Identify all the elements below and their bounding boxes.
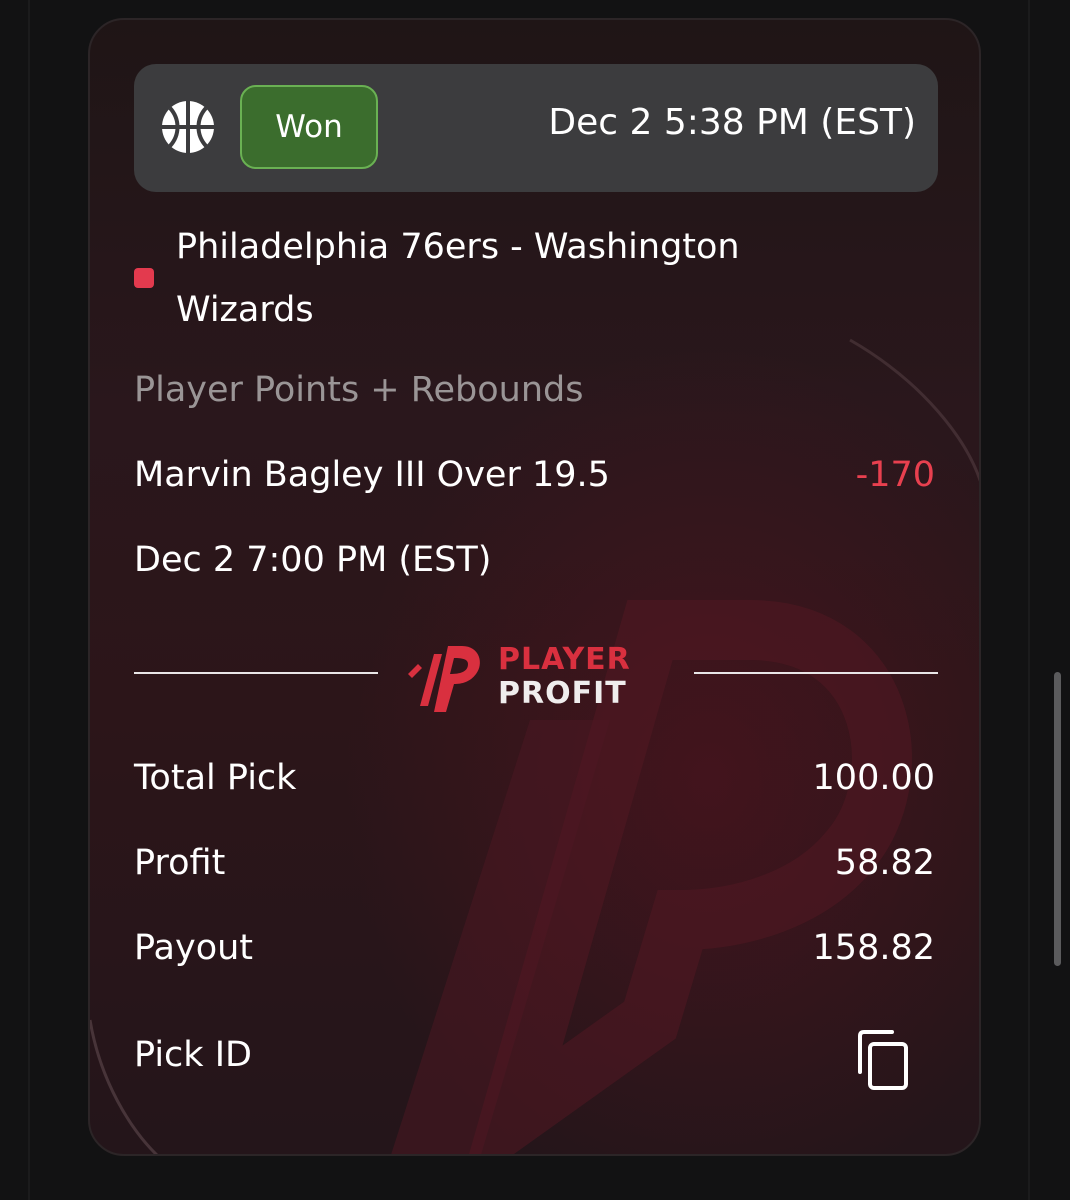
market-type: Player Points + Rebounds bbox=[134, 370, 584, 410]
status-badge: Won bbox=[240, 85, 378, 169]
brand-word-player: PLAYER bbox=[498, 642, 631, 677]
scrollbar-thumb[interactable] bbox=[1054, 672, 1061, 966]
payout-value: 158.82 bbox=[812, 928, 935, 968]
basketball-icon bbox=[162, 101, 214, 153]
bet-odds: -170 bbox=[855, 455, 935, 495]
bet-selection: Marvin Bagley III Over 19.5 bbox=[134, 455, 610, 495]
page: Won Dec 2 5:38 PM (EST) Philadelphia 76e… bbox=[0, 0, 1070, 1200]
event-time: Dec 2 7:00 PM (EST) bbox=[134, 540, 492, 580]
profit-value: 58.82 bbox=[834, 843, 935, 883]
player-profit-logo-icon bbox=[408, 646, 480, 712]
copy-icon[interactable] bbox=[856, 1030, 910, 1090]
panel-edge-right bbox=[1028, 0, 1030, 1200]
panel-edge-left bbox=[28, 0, 30, 1200]
payout-label: Payout bbox=[134, 928, 254, 968]
brand-logo: PLAYER PROFIT bbox=[402, 634, 682, 714]
pick-id-label: Pick ID bbox=[134, 1035, 252, 1075]
profit-label: Profit bbox=[134, 843, 226, 883]
divider-left bbox=[134, 672, 378, 674]
total-pick-label: Total Pick bbox=[134, 758, 297, 798]
total-pick-value: 100.00 bbox=[812, 758, 935, 798]
brand-word-profit: PROFIT bbox=[498, 676, 627, 711]
divider-right bbox=[694, 672, 938, 674]
bet-card: Won Dec 2 5:38 PM (EST) Philadelphia 76e… bbox=[88, 18, 981, 1156]
bet-header: Won Dec 2 5:38 PM (EST) bbox=[134, 64, 938, 192]
placed-time: Dec 2 5:38 PM (EST) bbox=[548, 102, 916, 143]
live-indicator bbox=[134, 268, 154, 288]
matchup-title: Philadelphia 76ers - Washington Wizards bbox=[176, 227, 740, 330]
